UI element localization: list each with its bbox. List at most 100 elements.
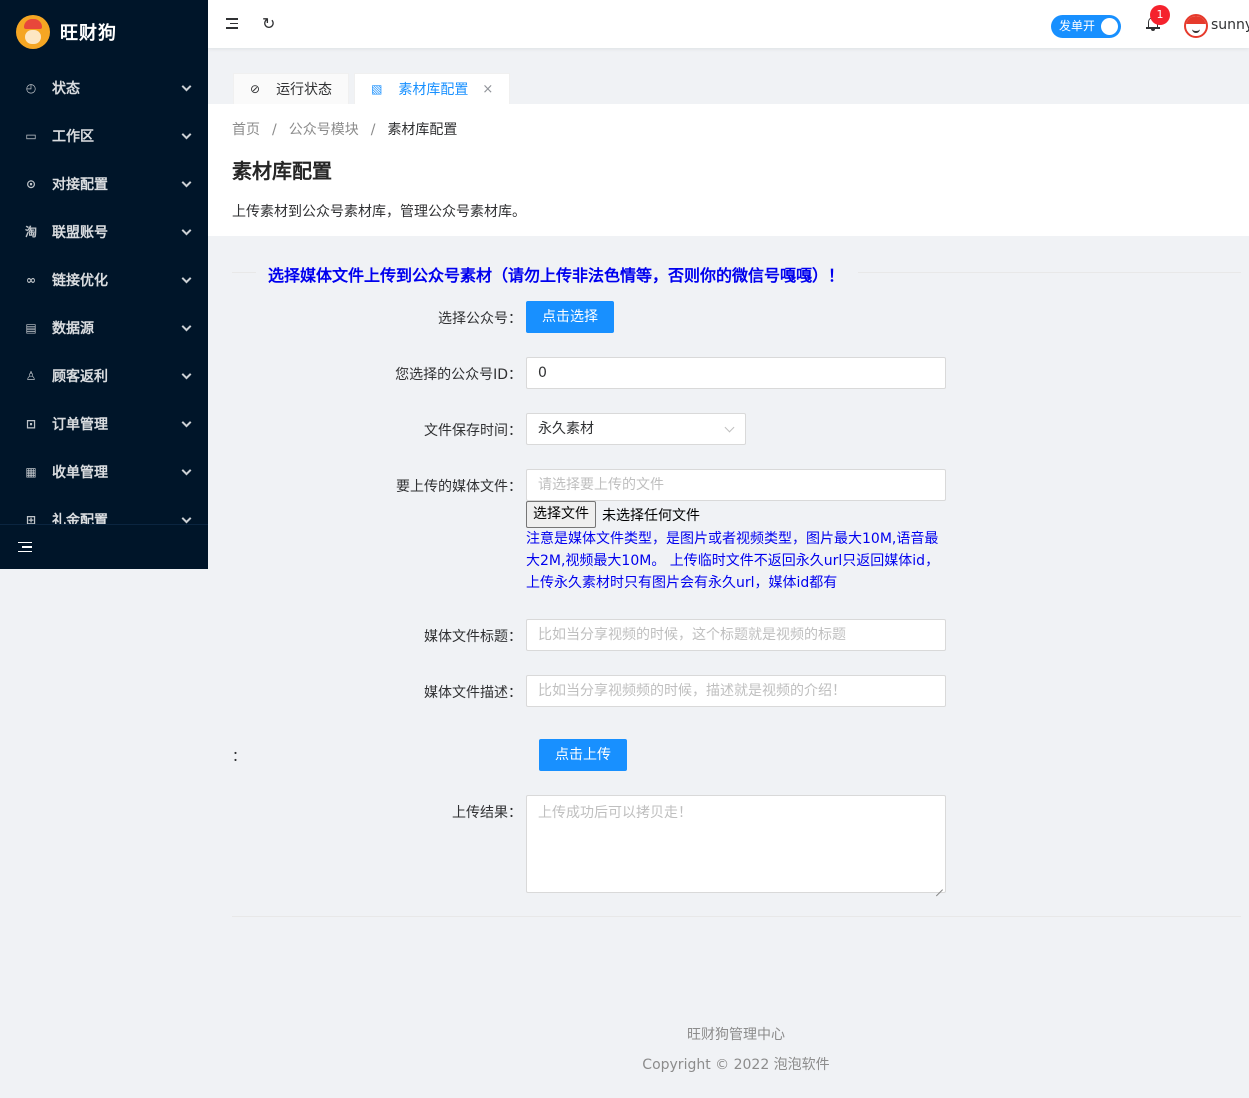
page-title: 素材库配置 xyxy=(232,159,332,183)
breadcrumb: 首页 / 公众号模块 / 素材库配置 xyxy=(232,119,457,139)
sidebar-collapse-button[interactable] xyxy=(0,524,208,569)
api-icon: ⊙ xyxy=(25,177,37,191)
account-label: 选择公众号： xyxy=(438,311,522,327)
page-tabs: ⊘ 运行状态 ▧ 素材库配置 × xyxy=(233,73,515,104)
section-divider: 选择媒体文件上传到公众号素材（请勿上传非法色情等，否则你的微信号嘎嘎）！ xyxy=(232,262,1241,285)
resize-handle-icon[interactable] xyxy=(936,883,943,890)
clock-check-icon: ⊘ xyxy=(250,82,261,96)
chevron-down-icon xyxy=(181,273,192,284)
chevron-down-icon xyxy=(724,422,735,433)
chevron-down-icon xyxy=(181,129,192,140)
tab-label: 运行状态 xyxy=(276,82,333,98)
menu-fold-icon xyxy=(18,541,32,553)
sidebar-item-workspace[interactable]: ▭ 工作区 xyxy=(0,112,208,160)
sidebar-menu: ◴ 状态 ▭ 工作区 ⊙ 对接配置 淘 联盟账号 ∞ 链接优化 ▤ 数据源 ♙ … xyxy=(0,64,208,524)
chevron-down-icon xyxy=(181,225,192,236)
avatar[interactable] xyxy=(1184,14,1208,38)
sidebar-item-label: 礼金配置 xyxy=(52,513,108,524)
material-upload-form: 选择媒体文件上传到公众号素材（请勿上传非法色情等，否则你的微信号嘎嘎）！ 选择公… xyxy=(232,236,1249,918)
breadcrumb-home[interactable]: 首页 xyxy=(232,122,260,138)
sidebar-item-integration[interactable]: ⊙ 对接配置 xyxy=(0,160,208,208)
tab-run-status[interactable]: ⊘ 运行状态 xyxy=(233,73,350,104)
account-id-label: 您选择的公众号ID： xyxy=(395,367,522,383)
select-account-button[interactable]: 点击选择 xyxy=(526,301,614,333)
receipt-icon: ▦ xyxy=(25,465,37,479)
result-textarea[interactable]: 上传成功后可以拷贝走！ xyxy=(526,795,946,893)
chevron-down-icon xyxy=(181,513,192,524)
sidebar-item-label: 链接优化 xyxy=(52,273,108,289)
account-id-field[interactable]: 0 xyxy=(526,357,946,389)
media-file-field[interactable]: 请选择要上传的文件 xyxy=(526,469,946,501)
dog-logo-icon xyxy=(16,15,50,49)
page-header: 首页 / 公众号模块 / 素材库配置 素材库配置 上传素材到公众号素材库，管理公众号素材… xyxy=(208,104,1249,236)
brand[interactable]: 旺财狗 xyxy=(0,0,208,64)
sidebar-item-datasource[interactable]: ▤ 数据源 xyxy=(0,304,208,352)
media-desc-input[interactable]: 比如当分享视频频的时候，描述就是视频的介绍！ xyxy=(526,675,946,707)
menu-fold-icon[interactable] xyxy=(226,18,238,29)
breadcrumb-current: 素材库配置 xyxy=(387,122,458,138)
database-icon: ▤ xyxy=(25,321,37,335)
sidebar-item-alliance-account[interactable]: 淘 联盟账号 xyxy=(0,208,208,256)
sidebar-item-label: 收单管理 xyxy=(52,465,108,481)
media-file-hint: 注意是媒体文件类型，是图片或者视频类型，图片最大10M,语音最大2M,视频最大1… xyxy=(526,531,940,591)
sidebar-item-orders[interactable]: ⊡ 订单管理 xyxy=(0,400,208,448)
save-time-value: 永久素材 xyxy=(538,421,594,437)
upload-label: ： xyxy=(232,749,246,765)
upload-button[interactable]: 点击上传 xyxy=(539,739,627,771)
footer-title: 旺财狗管理中心 xyxy=(687,1027,785,1043)
sidebar-item-receipts[interactable]: ▦ 收单管理 xyxy=(0,448,208,496)
result-placeholder: 上传成功后可以拷贝走！ xyxy=(538,805,692,821)
chevron-down-icon xyxy=(181,321,192,332)
link-icon: ∞ xyxy=(26,273,36,287)
user-icon: ♙ xyxy=(25,369,37,383)
image-icon: ▧ xyxy=(371,82,383,96)
breadcrumb-module[interactable]: 公众号模块 xyxy=(289,122,359,138)
dashboard-icon: ◴ xyxy=(25,81,37,95)
tab-label: 素材库配置 xyxy=(398,82,469,98)
sidebar-item-label: 状态 xyxy=(52,81,80,97)
close-icon[interactable]: × xyxy=(482,82,493,97)
gift-icon: ⊞ xyxy=(25,513,37,524)
breadcrumb-separator: / xyxy=(370,122,376,138)
chevron-down-icon xyxy=(181,81,192,92)
desktop-icon: ▭ xyxy=(25,129,37,143)
sidebar-item-label: 联盟账号 xyxy=(52,225,108,241)
tab-material-config[interactable]: ▧ 素材库配置 × xyxy=(354,73,511,104)
media-file-label: 要上传的媒体文件： xyxy=(396,479,522,495)
taobao-icon: 淘 xyxy=(24,225,37,239)
save-time-label: 文件保存时间： xyxy=(424,423,522,439)
toggle-knob xyxy=(1101,18,1118,35)
chevron-down-icon xyxy=(181,465,192,476)
sidebar-item-label: 订单管理 xyxy=(52,417,108,433)
notification-badge: 1 xyxy=(1150,5,1170,25)
sidebar-item-label: 顾客返利 xyxy=(52,369,108,385)
sidebar: 旺财狗 ◴ 状态 ▭ 工作区 ⊙ 对接配置 淘 联盟账号 ∞ 链接优化 ▤ 数据… xyxy=(0,0,208,569)
media-title-label: 媒体文件标题： xyxy=(424,629,522,645)
sidebar-item-rebate[interactable]: ♙ 顾客返利 xyxy=(0,352,208,400)
sidebar-item-label: 工作区 xyxy=(52,129,94,145)
brand-name: 旺财狗 xyxy=(60,23,117,44)
choose-file-button[interactable]: 选择文件 xyxy=(526,501,596,528)
sidebar-item-gift[interactable]: ⊞ 礼金配置 xyxy=(0,496,208,524)
section-title: 选择媒体文件上传到公众号素材（请勿上传非法色情等，否则你的微信号嘎嘎）！ xyxy=(268,266,845,285)
media-title-input[interactable]: 比如当分享视频的时候，这个标题就是视频的标题 xyxy=(526,619,946,651)
file-status: 未选择任何文件 xyxy=(602,508,700,524)
order-icon: ⊡ xyxy=(25,417,37,431)
media-desc-label: 媒体文件描述： xyxy=(424,685,522,701)
save-time-select[interactable]: 永久素材 xyxy=(526,413,746,445)
top-header: ↻ 发单开 1 sunny xyxy=(208,0,1249,48)
sidebar-item-status[interactable]: ◴ 状态 xyxy=(0,64,208,112)
footer-copyright: Copyright © 2022 泡泡软件 xyxy=(642,1057,830,1073)
publish-toggle-label: 发单开 xyxy=(1059,19,1096,33)
chevron-down-icon xyxy=(181,177,192,188)
sidebar-item-label: 对接配置 xyxy=(52,177,108,193)
result-label: 上传结果： xyxy=(452,805,522,821)
sidebar-item-label: 数据源 xyxy=(52,321,94,337)
sidebar-item-link-optimize[interactable]: ∞ 链接优化 xyxy=(0,256,208,304)
page-description: 上传素材到公众号素材库，管理公众号素材库。 xyxy=(232,204,526,220)
publish-toggle[interactable]: 发单开 xyxy=(1051,15,1121,38)
username[interactable]: sunny xyxy=(1211,17,1249,33)
breadcrumb-separator: / xyxy=(272,122,277,138)
chevron-down-icon xyxy=(181,417,192,428)
refresh-icon[interactable]: ↻ xyxy=(262,15,275,33)
